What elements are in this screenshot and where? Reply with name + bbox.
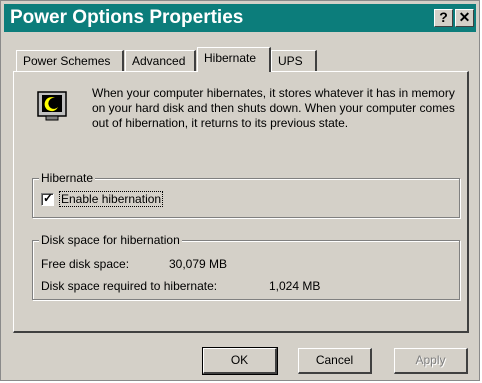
apply-button: Apply — [394, 348, 468, 374]
disk-space-legend: Disk space for hibernation — [39, 233, 182, 247]
close-button[interactable]: ✕ — [455, 9, 474, 27]
free-disk-space-value: 30,079 MB — [169, 257, 228, 271]
tab-label: UPS — [278, 54, 303, 68]
required-space-value: 1,024 MB — [269, 279, 321, 293]
hibernate-legend: Hibernate — [39, 171, 96, 185]
hibernate-description: When your computer hibernates, it stores… — [92, 86, 455, 130]
cancel-button-label: Cancel — [315, 353, 354, 367]
window-title: Power Options Properties — [10, 7, 244, 28]
moon-monitor-icon — [37, 91, 67, 121]
cancel-button[interactable]: Cancel — [298, 348, 372, 374]
dialog-window: Power Options Properties ? ✕ Power Schem… — [0, 0, 480, 381]
check-mark-icon: ✓ — [43, 191, 54, 205]
enable-hibernation-label[interactable]: Enable hibernation — [59, 191, 164, 207]
tab-power-schemes[interactable]: Power Schemes — [16, 50, 124, 72]
tab-ups[interactable]: UPS — [271, 50, 317, 72]
free-disk-space-label: Free disk space: — [41, 257, 130, 271]
required-space-label: Disk space required to hibernate: — [41, 279, 218, 293]
tab-hibernate[interactable]: Hibernate — [197, 47, 271, 72]
help-button[interactable]: ? — [434, 9, 453, 27]
tab-label: Advanced — [132, 54, 186, 68]
tab-label: Power Schemes — [23, 54, 111, 68]
tab-advanced[interactable]: Advanced — [125, 50, 196, 72]
ok-button[interactable]: OK — [202, 347, 278, 375]
apply-button-label: Apply — [415, 353, 446, 367]
hibernate-panel: When your computer hibernates, it stores… — [13, 71, 469, 333]
disk-space-group: Disk space for hibernation Free disk spa… — [32, 233, 460, 300]
hibernate-group: Hibernate ✓ Enable hibernation — [32, 171, 460, 218]
ok-button-label: OK — [230, 353, 249, 367]
enable-hibernation-checkbox[interactable]: ✓ — [41, 191, 54, 206]
tab-label: Hibernate — [204, 51, 257, 65]
title-bar[interactable]: Power Options Properties ? ✕ — [4, 4, 476, 32]
